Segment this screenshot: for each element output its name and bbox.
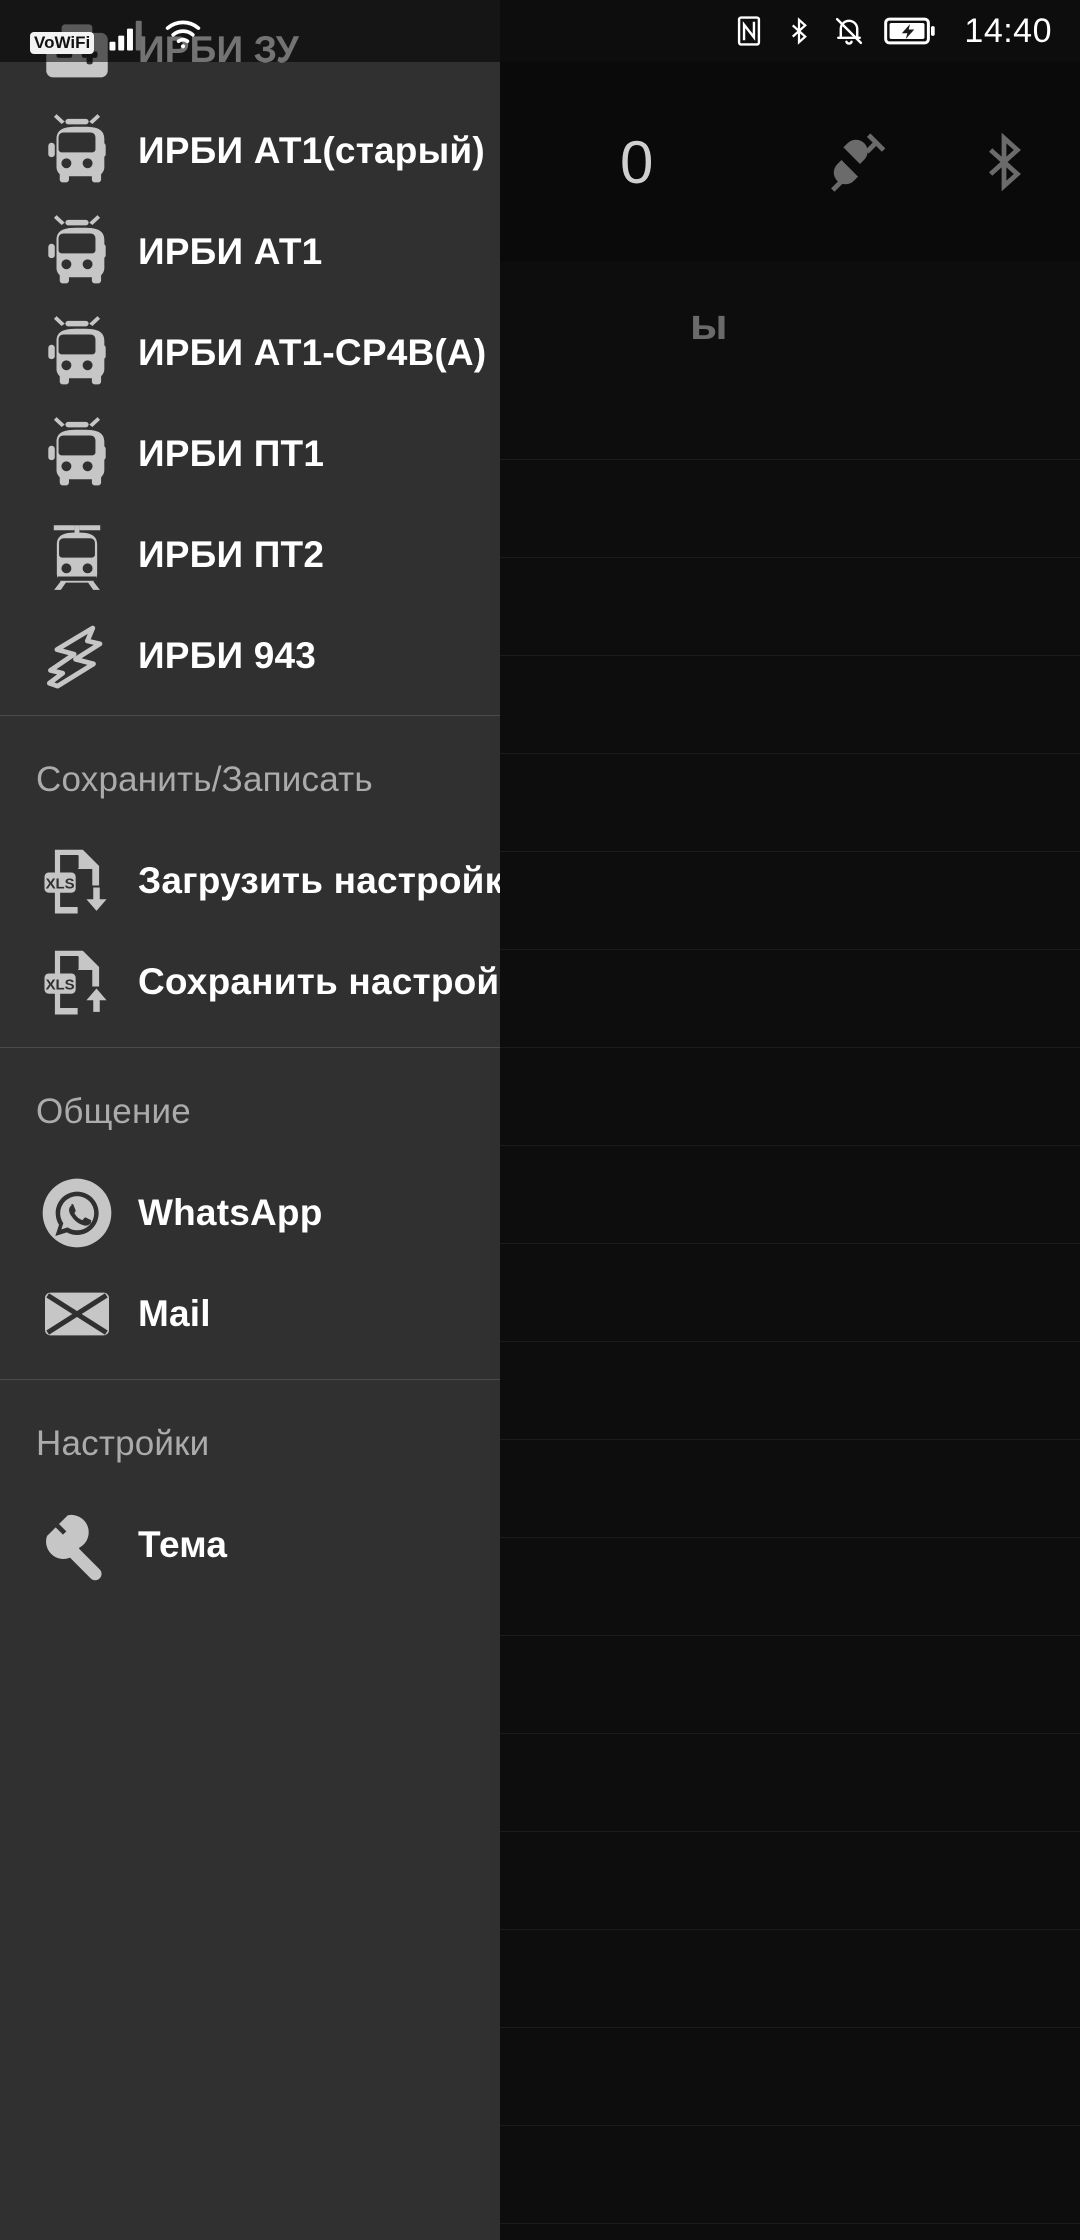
drawer-item-label: Сохранить настройки (138, 960, 500, 1002)
drawer-item-irbi-at1[interactable]: ИРБИ АТ1 (0, 201, 500, 302)
drawer-item-irbi-943[interactable]: ИРБИ 943 (0, 605, 500, 706)
drawer-group-title-communication: Общение (36, 1092, 191, 1131)
drawer-item-mail[interactable]: Mail (0, 1263, 500, 1364)
xls-download-icon: XLS (34, 838, 120, 924)
drawer-item-label: ИРБИ АТ1 (138, 230, 323, 272)
drawer-item-label: ИРБИ АТ1-СР4В(А) (138, 331, 487, 373)
phone-screen: 0 ы ИРБИ АТ1(старый) ИРБИ АТ1 ИРБИ АТ1-С… (0, 0, 1080, 2240)
trolleybus-icon (34, 310, 120, 396)
whatsapp-icon (34, 1170, 120, 1256)
wrench-icon (34, 1502, 120, 1588)
drawer-item-label: ИРБИ ПТ2 (138, 533, 325, 575)
drawer-item-irbi-at1-sr4v-a[interactable]: ИРБИ АТ1-СР4В(А) (0, 302, 500, 403)
drawer-status-scrim (0, 0, 500, 62)
drawer-item-label: Тема (138, 1523, 228, 1565)
drawer-item-irbi-pt1[interactable]: ИРБИ ПТ1 (0, 403, 500, 504)
drawer-group-title-settings: Настройки (36, 1424, 210, 1463)
lightning-bolt-icon (34, 613, 120, 699)
drawer-item-label: WhatsApp (138, 1191, 323, 1233)
drawer-item-theme[interactable]: Тема (0, 1494, 500, 1595)
trolleybus-icon (34, 411, 120, 497)
drawer-item-label: ИРБИ АТ1(старый) (138, 129, 485, 171)
navigation-drawer[interactable]: ИРБИ ЗУ ИРБИ АТ1(старый) (0, 0, 500, 2240)
trolleybus-icon (34, 108, 120, 194)
xls-upload-icon: XLS (34, 939, 120, 1025)
drawer-group-title-save: Сохранить/Записать (36, 760, 373, 799)
svg-text:XLS: XLS (46, 875, 75, 892)
drawer-item-whatsapp[interactable]: WhatsApp (0, 1162, 500, 1263)
drawer-item-label: ИРБИ ПТ1 (138, 432, 325, 474)
device-count: 0 (620, 128, 654, 196)
plug-disconnected-icon[interactable] (820, 123, 898, 201)
svg-text:XLS: XLS (46, 976, 75, 993)
tram-icon (34, 512, 120, 598)
bluetooth-icon[interactable] (972, 123, 1036, 201)
drawer-item-load-settings[interactable]: XLS Загрузить настройки (0, 830, 500, 931)
trolleybus-icon (34, 209, 120, 295)
drawer-item-irbi-pt2[interactable]: ИРБИ ПТ2 (0, 504, 500, 605)
drawer-item-label: ИРБИ 943 (138, 634, 317, 676)
drawer-item-save-settings[interactable]: XLS Сохранить настройки (0, 931, 500, 1032)
drawer-item-label: Mail (138, 1292, 211, 1334)
drawer-item-irbi-at1-old[interactable]: ИРБИ АТ1(старый) (0, 100, 500, 201)
mail-icon (34, 1271, 120, 1357)
drawer-item-label: Загрузить настройки (138, 859, 500, 901)
